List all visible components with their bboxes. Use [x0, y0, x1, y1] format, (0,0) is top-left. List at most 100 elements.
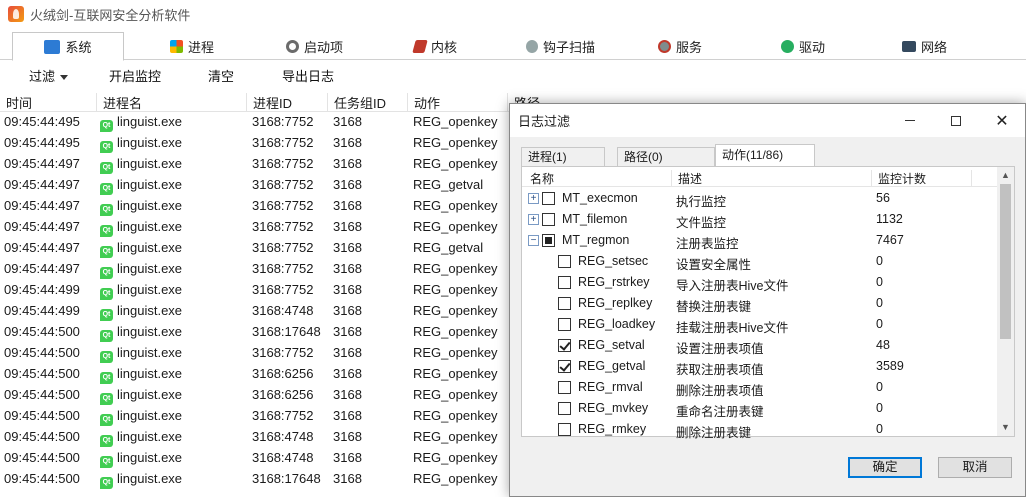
filter-list-item[interactable]: + MT_execmon 执行监控 56: [522, 188, 998, 209]
column-name[interactable]: 名称: [522, 170, 672, 187]
filter-list-header: 名称 描述 监控计数: [522, 167, 998, 187]
job-cell: 3168: [333, 450, 362, 465]
process-cell: Qt linguist.exe: [100, 198, 182, 216]
tab-process-filter[interactable]: 进程(1): [521, 147, 605, 166]
qt-app-icon: Qt: [100, 204, 113, 216]
pid-cell: 3168:4748: [252, 450, 314, 465]
export-log-button[interactable]: 导出日志: [282, 66, 334, 85]
filter-name: MT_filemon: [562, 212, 628, 226]
tab-driver[interactable]: 驱动: [781, 32, 825, 60]
filter-description: 文件监控: [676, 216, 727, 230]
tab-kernel[interactable]: 内核: [412, 32, 457, 60]
time-cell: 09:45:44:500: [4, 387, 80, 402]
cancel-button[interactable]: 取消: [938, 457, 1012, 478]
column-time[interactable]: 时间: [0, 93, 97, 111]
filter-list-item[interactable]: REG_rmkey 删除注册表键 0: [522, 419, 998, 440]
minimize-button[interactable]: [887, 104, 933, 137]
tab-label: 服务: [676, 39, 703, 55]
scrollbar-thumb[interactable]: [1000, 184, 1011, 339]
vertical-scrollbar[interactable]: ▲ ▼: [997, 167, 1014, 436]
filter-name: REG_mvkey: [578, 401, 649, 415]
process-cell: Qt linguist.exe: [100, 408, 182, 426]
filter-list-item[interactable]: + MT_filemon 文件监控 1132: [522, 209, 998, 230]
checkbox[interactable]: [542, 192, 555, 205]
filter-name: REG_loadkey: [578, 317, 656, 331]
tab-network[interactable]: 网络: [902, 32, 947, 60]
checkbox[interactable]: [542, 213, 555, 226]
clear-button[interactable]: 清空: [208, 66, 234, 85]
filter-description: 设置注册表项值: [676, 342, 764, 356]
time-cell: 09:45:44:495: [4, 114, 80, 129]
tab-label: 进程: [188, 39, 215, 55]
filter-list-item[interactable]: REG_rstrkey 导入注册表Hive文件 0: [522, 272, 998, 293]
minimize-icon: [905, 120, 915, 121]
checkbox[interactable]: [558, 339, 571, 352]
expand-icon[interactable]: +: [528, 193, 539, 204]
filter-list-item[interactable]: REG_getval 获取注册表项值 3589: [522, 356, 998, 377]
filter-list-item[interactable]: REG_rmval 删除注册表项值 0: [522, 377, 998, 398]
column-action[interactable]: 动作: [408, 93, 508, 111]
scroll-up-icon[interactable]: ▲: [997, 167, 1014, 184]
column-job-id[interactable]: 任务组ID: [328, 93, 408, 111]
pid-cell: 3168:17648: [252, 324, 321, 339]
filter-list-item[interactable]: REG_loadkey 挂载注册表Hive文件 0: [522, 314, 998, 335]
checkbox[interactable]: [558, 381, 571, 394]
process-name: linguist.exe: [117, 114, 183, 129]
collapse-icon[interactable]: −: [528, 235, 539, 246]
filter-name: REG_setsec: [578, 254, 649, 268]
tab-path-filter[interactable]: 路径(0): [617, 147, 715, 166]
filter-description: 获取注册表项值: [676, 363, 764, 377]
filter-list-item[interactable]: REG_mvkey 重命名注册表键 0: [522, 398, 998, 419]
filter-list-item[interactable]: REG_setsec 设置安全属性 0: [522, 251, 998, 272]
job-cell: 3168: [333, 324, 362, 339]
action-cell: REG_openkey: [413, 324, 498, 339]
start-monitor-button[interactable]: 开启监控: [109, 66, 161, 85]
process-cell: Qt linguist.exe: [100, 219, 182, 237]
filter-list-item[interactable]: − MT_regmon 注册表监控 7467: [522, 230, 998, 251]
pid-cell: 3168:6256: [252, 387, 314, 402]
close-button[interactable]: ✕: [979, 104, 1025, 137]
scroll-down-icon[interactable]: ▼: [997, 419, 1014, 436]
filter-name: REG_setval: [578, 338, 645, 352]
checkbox[interactable]: [558, 402, 571, 415]
checkbox[interactable]: [558, 297, 571, 310]
filter-button[interactable]: 过滤: [29, 66, 69, 85]
checkbox[interactable]: [558, 255, 571, 268]
column-monitor-count[interactable]: 监控计数: [872, 170, 972, 187]
time-cell: 09:45:44:497: [4, 198, 80, 213]
ok-button[interactable]: 确定: [848, 457, 922, 478]
tab-action-filter[interactable]: 动作(11/86): [715, 144, 815, 166]
action-cell: REG_openkey: [413, 198, 498, 213]
app-logo-icon: [8, 6, 24, 22]
tab-system[interactable]: 系统: [12, 32, 124, 61]
tab-hook-scan[interactable]: 钩子扫描: [526, 32, 595, 60]
column-process[interactable]: 进程名: [97, 93, 247, 111]
column-pid[interactable]: 进程ID: [247, 93, 328, 111]
job-cell: 3168: [333, 177, 362, 192]
qt-app-icon: Qt: [100, 267, 113, 279]
expand-icon[interactable]: +: [528, 214, 539, 225]
checkbox[interactable]: [558, 360, 571, 373]
qt-app-icon: Qt: [100, 120, 113, 132]
qt-app-icon: Qt: [100, 351, 113, 363]
tab-startup[interactable]: 启动项: [286, 32, 343, 60]
filter-count: 56: [876, 191, 890, 205]
filter-list-item[interactable]: REG_setval 设置注册表项值 48: [522, 335, 998, 356]
tab-service[interactable]: 服务: [658, 32, 702, 60]
checkbox[interactable]: [558, 423, 571, 436]
checkbox[interactable]: [558, 276, 571, 289]
action-filter-list: + MT_execmon 执行监控 56 + MT_filemon 文件监控 1132 − MT_…: [522, 188, 998, 440]
checkbox[interactable]: [558, 318, 571, 331]
filter-list-item[interactable]: REG_replkey 替换注册表键 0: [522, 293, 998, 314]
pid-cell: 3168:7752: [252, 408, 314, 423]
filter-count: 0: [876, 422, 883, 436]
maximize-button[interactable]: [933, 104, 979, 137]
column-description[interactable]: 描述: [672, 170, 872, 187]
tab-process[interactable]: 进程: [170, 32, 214, 60]
action-cell: REG_openkey: [413, 135, 498, 150]
tab-label: 驱动: [799, 39, 826, 55]
pid-cell: 3168:7752: [252, 135, 314, 150]
checkbox[interactable]: [542, 234, 555, 247]
driver-icon: [781, 39, 794, 53]
filter-count: 0: [876, 254, 883, 268]
